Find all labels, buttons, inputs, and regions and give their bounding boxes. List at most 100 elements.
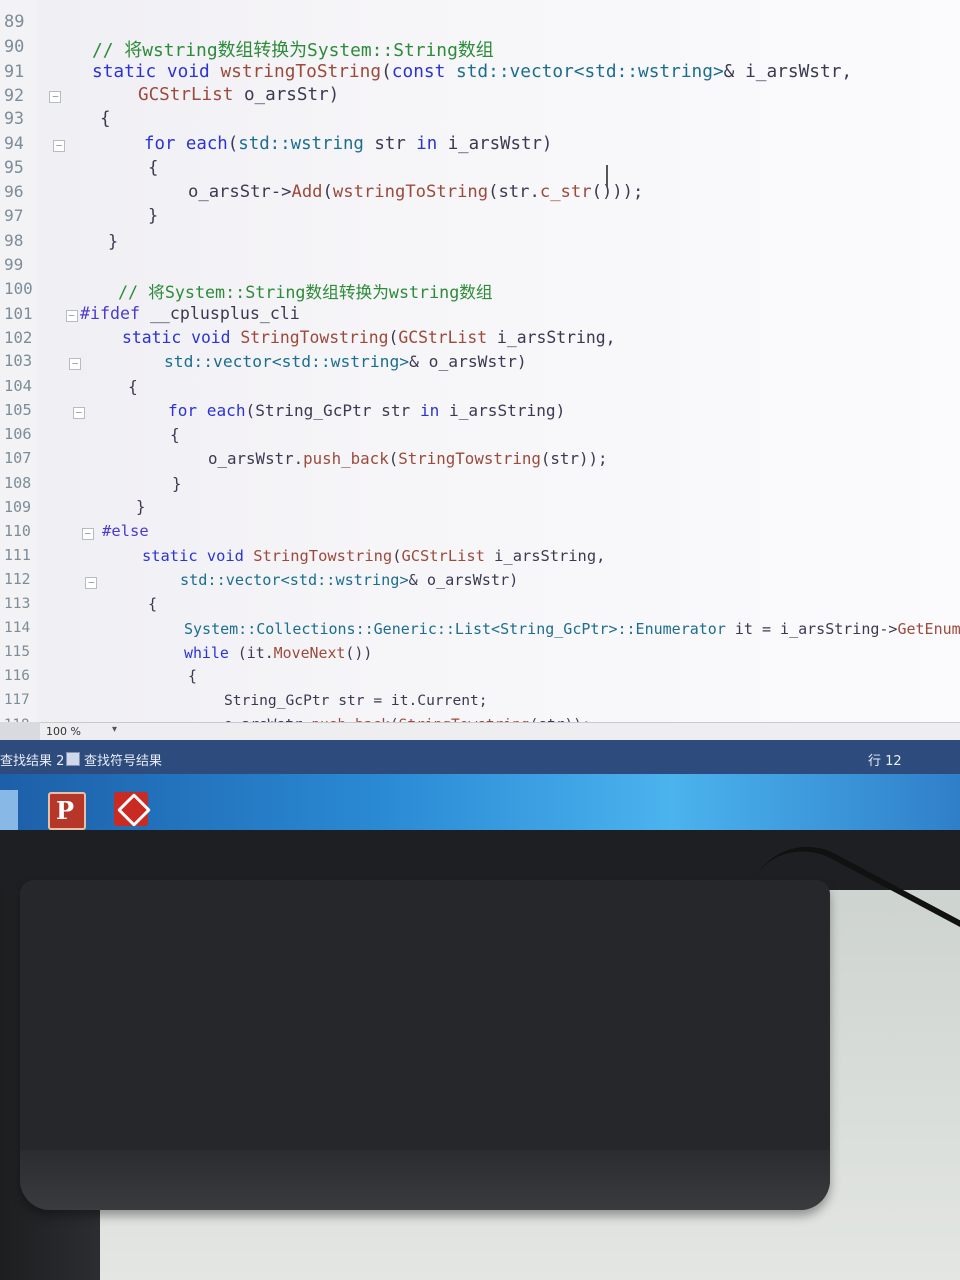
- code-token: MoveNext: [273, 643, 346, 662]
- code-line[interactable]: 92 − GCStrList o_arsStr): [0, 85, 960, 109]
- code-line[interactable]: 105 − for each(String_GcPtr str in i_arsSt…: [0, 401, 960, 425]
- code-text: String_GcPtr str = it.Current;: [224, 692, 488, 709]
- code-text: for each(String_GcPtr str in i_arsString…: [168, 401, 565, 420]
- code-text: {: [170, 425, 180, 444]
- line-number: 111: [4, 546, 31, 564]
- code-token: i_arsString,: [497, 327, 616, 347]
- code-line[interactable]: 94 − for each(std::wstring str in i_arsWst…: [0, 134, 960, 158]
- code-line[interactable]: 116 {: [0, 668, 960, 692]
- code-line[interactable]: 90 // 将wstring数组转换为System::String数组: [0, 36, 960, 61]
- code-line[interactable]: 96 o_arsStr->Add(wstringToString(str.c_st…: [0, 182, 960, 206]
- code-text: {: [188, 668, 197, 685]
- code-line[interactable]: 113 {: [0, 595, 960, 619]
- code-token: Add: [291, 182, 323, 203]
- fold-toggle-icon[interactable]: −: [81, 528, 94, 541]
- fold-toggle-icon[interactable]: −: [49, 90, 62, 103]
- code-line[interactable]: 101 − #ifdef __cplusplus_cli: [0, 304, 960, 328]
- code-token: StringTowstring: [253, 546, 393, 565]
- acrobat-icon[interactable]: [114, 792, 151, 827]
- code-line[interactable]: 112 − std::vector<std::wstring>& o_arsWstr…: [0, 571, 960, 595]
- fold-toggle-icon[interactable]: −: [69, 358, 82, 371]
- code-line[interactable]: 97}: [0, 206, 960, 230]
- code-line[interactable]: 98}: [0, 231, 960, 255]
- code-token: std::vector<std::wstring>: [164, 352, 410, 372]
- start-edge[interactable]: [0, 790, 18, 830]
- code-line[interactable]: 109}: [0, 498, 960, 522]
- code-token: static void: [142, 546, 254, 565]
- code-line[interactable]: 91 static void wstringToString(const std:…: [0, 61, 960, 85]
- code-token: static void: [122, 327, 241, 347]
- line-number: 115: [4, 643, 30, 660]
- line-number: 110: [4, 522, 31, 541]
- code-text: while (it.MoveNext()): [184, 644, 372, 662]
- zoom-dropdown-icon[interactable]: ▾: [112, 724, 117, 735]
- code-text: {: [128, 377, 138, 396]
- code-line[interactable]: 106 {: [0, 425, 960, 449]
- monitor-screen: 89 90// 将wstring数组转换为System::String数组 91st…: [0, 0, 960, 830]
- line-number: 89: [4, 12, 25, 32]
- line-number: 105: [4, 400, 32, 419]
- code-token: {: [148, 157, 159, 178]
- code-text: for each(std::wstring str in i_arsWstr): [144, 134, 552, 154]
- line-number: 103: [4, 352, 33, 371]
- code-token: }: [108, 230, 119, 251]
- code-line[interactable]: 99: [0, 255, 960, 279]
- code-line[interactable]: 117 String_GcPtr str = it.Current;: [0, 692, 960, 716]
- code-text: static void StringTowstring(GCStrList i_…: [142, 547, 605, 565]
- code-token: & o_arsWstr): [408, 570, 519, 589]
- fold-toggle-icon[interactable]: −: [53, 139, 65, 152]
- code-token: static void: [92, 60, 221, 82]
- code-token: (: [381, 60, 392, 82]
- cursor-row-indicator: 行 12: [868, 754, 902, 769]
- tab-find-symbol-results[interactable]: 查找符号结果: [84, 750, 162, 769]
- fold-toggle-icon[interactable]: −: [65, 309, 78, 322]
- code-token: push_back: [303, 449, 389, 469]
- zoom-level[interactable]: 100 %: [46, 725, 81, 738]
- code-line[interactable]: 100 // 将System::String数组转换为wstring数组: [0, 279, 960, 303]
- code-line[interactable]: 89: [0, 12, 960, 36]
- code-line[interactable]: 102 static void StringTowstring(GCStrList…: [0, 328, 960, 352]
- code-token: (: [322, 182, 333, 203]
- line-number: 108: [4, 473, 32, 492]
- powerpoint-icon[interactable]: P: [48, 792, 86, 830]
- code-line[interactable]: 111 static void StringTowstring(GCStrList…: [0, 547, 960, 571]
- code-token: std::vector<std::wstring>: [456, 60, 724, 82]
- line-number: 101: [4, 303, 33, 323]
- code-editor[interactable]: 89 90// 将wstring数组转换为System::String数组 91st…: [0, 0, 960, 722]
- code-text: {: [148, 595, 157, 613]
- code-line[interactable]: 104 {: [0, 377, 960, 401]
- code-line[interactable]: 95 {: [0, 158, 960, 182]
- line-number: 114: [4, 619, 31, 636]
- line-number: 97: [4, 206, 24, 226]
- tab-find-results-2[interactable]: 查找结果 2: [0, 750, 64, 769]
- line-number: 109: [4, 498, 32, 516]
- code-token: i_arsString,: [494, 546, 606, 565]
- code-text: static void StringTowstring(GCStrList i_…: [122, 328, 615, 347]
- code-token: i_arsWstr): [447, 133, 553, 154]
- code-line[interactable]: 115 while (it.MoveNext()): [0, 644, 960, 668]
- code-token: & o_arsWstr): [409, 352, 527, 372]
- fold-toggle-icon[interactable]: −: [85, 576, 98, 589]
- code-line[interactable]: 93 {: [0, 109, 960, 133]
- code-token: }: [148, 206, 159, 227]
- code-text: o_arsStr->Add(wstringToString(str.c_str(…: [188, 182, 643, 202]
- monitor-stand-base: [20, 880, 830, 1210]
- code-token: {: [188, 668, 197, 686]
- code-line[interactable]: 103 − std::vector<std::wstring>& o_arsWstr…: [0, 352, 960, 376]
- code-text: }: [172, 474, 181, 493]
- code-token: (it.: [237, 643, 274, 662]
- code-token: (: [388, 449, 399, 469]
- code-line[interactable]: 108}: [0, 474, 960, 498]
- line-number: 91: [4, 60, 25, 81]
- line-number: 113: [4, 595, 31, 613]
- code-text: std::vector<std::wstring>& o_arsWstr): [180, 571, 518, 589]
- code-line[interactable]: 107 o_arsWstr.push_back(StringTowstring(s…: [0, 449, 960, 473]
- editor-status-strip: 100 % ▾: [40, 722, 960, 741]
- line-number: 104: [4, 376, 32, 395]
- code-line[interactable]: 114 System::Collections::Generic::List<St…: [0, 620, 960, 644]
- line-number: 93: [4, 109, 24, 129]
- code-line[interactable]: 110 − #else: [0, 522, 960, 546]
- line-number: 96: [4, 182, 24, 202]
- code-token: GCStrList: [398, 327, 498, 347]
- fold-toggle-icon[interactable]: −: [72, 406, 85, 419]
